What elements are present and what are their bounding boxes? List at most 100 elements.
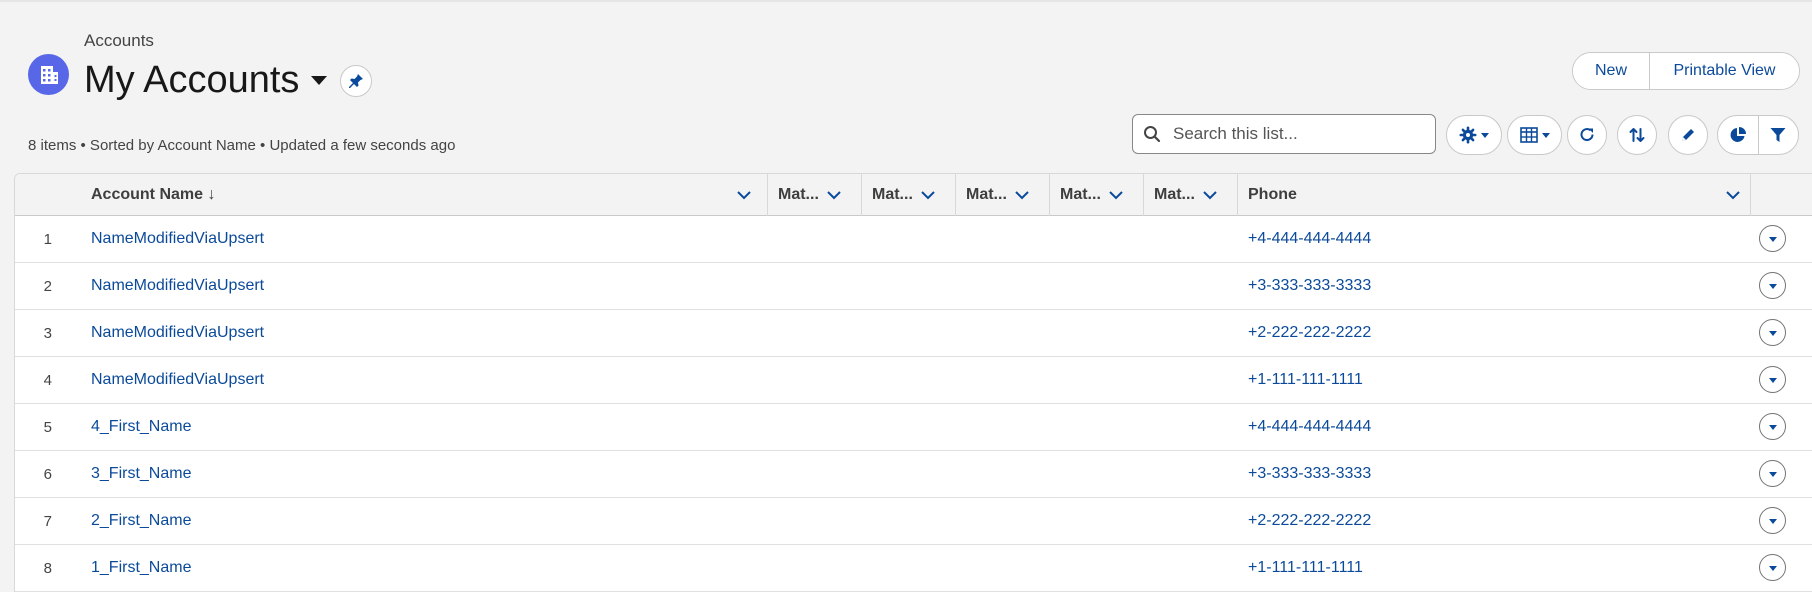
table-row: 5 4_First_Name +4-444-444-4444 bbox=[15, 404, 1812, 451]
row-action-button[interactable] bbox=[1759, 319, 1786, 346]
column-label: Mat... bbox=[1060, 186, 1101, 203]
column-header-account-name[interactable]: Account Name ↓ bbox=[91, 174, 765, 216]
account-name-link[interactable]: 2_First_Name bbox=[91, 512, 191, 530]
account-name-link[interactable]: NameModifiedViaUpsert bbox=[91, 277, 264, 295]
column-header-phone[interactable]: Phone bbox=[1237, 174, 1750, 216]
table-row: 1 NameModifiedViaUpsert +4-444-444-4444 bbox=[15, 216, 1812, 263]
building-icon bbox=[40, 65, 58, 84]
column-header-mat-2[interactable]: Mat... bbox=[861, 174, 955, 216]
breadcrumb: Accounts bbox=[84, 31, 154, 50]
chevron-down-icon bbox=[1768, 236, 1777, 242]
chevron-down-icon bbox=[1768, 565, 1777, 571]
row-action-button[interactable] bbox=[1759, 554, 1786, 581]
gear-icon bbox=[1459, 126, 1477, 144]
row-number: 2 bbox=[43, 278, 52, 295]
column-label: Mat... bbox=[966, 186, 1007, 203]
header-action-buttons: New Printable View bbox=[1572, 52, 1800, 90]
row-action-button[interactable] bbox=[1759, 460, 1786, 487]
column-header-mat-4[interactable]: Mat... bbox=[1049, 174, 1143, 216]
column-label: Account Name ↓ bbox=[91, 186, 216, 203]
sort-button[interactable] bbox=[1617, 115, 1657, 155]
accounts-table: Account Name ↓ Mat... Mat... Mat... Mat.… bbox=[14, 173, 1812, 592]
printable-view-button[interactable]: Printable View bbox=[1649, 53, 1799, 89]
chevron-down-icon[interactable] bbox=[1725, 187, 1741, 203]
page-title: My Accounts bbox=[84, 59, 300, 101]
phone-link[interactable]: +1-111-111-1111 bbox=[1248, 371, 1363, 389]
account-name-link[interactable]: 4_First_Name bbox=[91, 418, 191, 436]
column-header-mat-3[interactable]: Mat... bbox=[955, 174, 1049, 216]
chevron-down-icon[interactable] bbox=[920, 187, 936, 203]
account-name-link[interactable]: NameModifiedViaUpsert bbox=[91, 324, 264, 342]
chevron-down-icon[interactable] bbox=[1014, 187, 1030, 203]
chevron-down-icon bbox=[1768, 424, 1777, 430]
table-row: 7 2_First_Name +2-222-222-2222 bbox=[15, 498, 1812, 545]
chevron-down-icon bbox=[1481, 132, 1489, 138]
top-border bbox=[0, 0, 1812, 2]
phone-link[interactable]: +2-222-222-2222 bbox=[1248, 512, 1371, 530]
list-view-switcher-caret-icon[interactable] bbox=[311, 75, 328, 85]
row-action-button[interactable] bbox=[1759, 366, 1786, 393]
refresh-button[interactable] bbox=[1567, 115, 1607, 155]
column-header-mat-1[interactable]: Mat... bbox=[767, 174, 861, 216]
show-charts-button[interactable] bbox=[1718, 116, 1758, 154]
phone-link[interactable]: +3-333-333-3333 bbox=[1248, 465, 1371, 483]
refresh-icon bbox=[1580, 128, 1594, 142]
table-row: 8 1_First_Name +1-111-111-1111 bbox=[15, 545, 1812, 592]
search-box bbox=[1132, 114, 1436, 154]
column-label: Mat... bbox=[1154, 186, 1195, 203]
row-number: 5 bbox=[43, 419, 52, 436]
table-row: 3 NameModifiedViaUpsert +2-222-222-2222 bbox=[15, 310, 1812, 357]
table-icon bbox=[1519, 127, 1538, 143]
phone-link[interactable]: +3-333-333-3333 bbox=[1248, 277, 1371, 295]
edit-list-button[interactable] bbox=[1668, 115, 1708, 155]
chevron-down-icon bbox=[1768, 471, 1777, 477]
chevron-down-icon[interactable] bbox=[826, 187, 842, 203]
row-action-button[interactable] bbox=[1759, 272, 1786, 299]
pin-list-button[interactable] bbox=[340, 65, 372, 97]
row-number: 4 bbox=[43, 372, 52, 389]
column-header-mat-5[interactable]: Mat... bbox=[1143, 174, 1237, 216]
pie-chart-icon bbox=[1730, 127, 1746, 142]
phone-link[interactable]: +1-111-111-1111 bbox=[1248, 559, 1363, 577]
chevron-down-icon bbox=[1768, 330, 1777, 336]
row-action-button[interactable] bbox=[1759, 225, 1786, 252]
new-button[interactable]: New bbox=[1573, 53, 1649, 89]
row-number: 6 bbox=[43, 466, 52, 483]
chevron-down-icon[interactable] bbox=[1108, 187, 1124, 203]
phone-link[interactable]: +4-444-444-4444 bbox=[1248, 418, 1371, 436]
account-name-link[interactable]: 3_First_Name bbox=[91, 465, 191, 483]
row-number: 8 bbox=[43, 560, 52, 577]
chevron-down-icon bbox=[1768, 518, 1777, 524]
row-action-button[interactable] bbox=[1759, 507, 1786, 534]
filter-button[interactable] bbox=[1757, 116, 1798, 154]
column-label: Mat... bbox=[778, 186, 819, 203]
row-number: 3 bbox=[43, 325, 52, 342]
list-view-controls-button[interactable] bbox=[1446, 115, 1502, 155]
chevron-down-icon bbox=[1768, 377, 1777, 383]
account-name-link[interactable]: NameModifiedViaUpsert bbox=[91, 371, 264, 389]
pencil-icon bbox=[1682, 129, 1694, 141]
chevron-down-icon[interactable] bbox=[736, 187, 752, 203]
table-header: Account Name ↓ Mat... Mat... Mat... Mat.… bbox=[15, 174, 1812, 216]
chart-filter-group bbox=[1717, 115, 1799, 155]
row-action-button[interactable] bbox=[1759, 413, 1786, 440]
table-row: 4 NameModifiedViaUpsert +1-111-111-1111 bbox=[15, 357, 1812, 404]
column-header-actions bbox=[1750, 174, 1812, 216]
chevron-down-icon[interactable] bbox=[1202, 187, 1218, 203]
account-name-link[interactable]: NameModifiedViaUpsert bbox=[91, 230, 264, 248]
chevron-down-icon bbox=[1768, 283, 1777, 289]
phone-link[interactable]: +4-444-444-4444 bbox=[1248, 230, 1371, 248]
display-as-button[interactable] bbox=[1507, 115, 1562, 155]
accounts-object-icon bbox=[28, 54, 69, 95]
column-label: Mat... bbox=[872, 186, 913, 203]
sort-icon bbox=[1629, 128, 1645, 142]
phone-link[interactable]: +2-222-222-2222 bbox=[1248, 324, 1371, 342]
account-name-link[interactable]: 1_First_Name bbox=[91, 559, 191, 577]
chevron-down-icon bbox=[1541, 132, 1550, 138]
search-input[interactable] bbox=[1173, 124, 1423, 144]
list-status: 8 items • Sorted by Account Name • Updat… bbox=[28, 137, 456, 154]
column-label: Phone bbox=[1248, 186, 1297, 203]
list-view-title[interactable]: My Accounts bbox=[84, 58, 328, 102]
filter-icon bbox=[1770, 128, 1786, 142]
search-icon bbox=[1144, 126, 1161, 143]
